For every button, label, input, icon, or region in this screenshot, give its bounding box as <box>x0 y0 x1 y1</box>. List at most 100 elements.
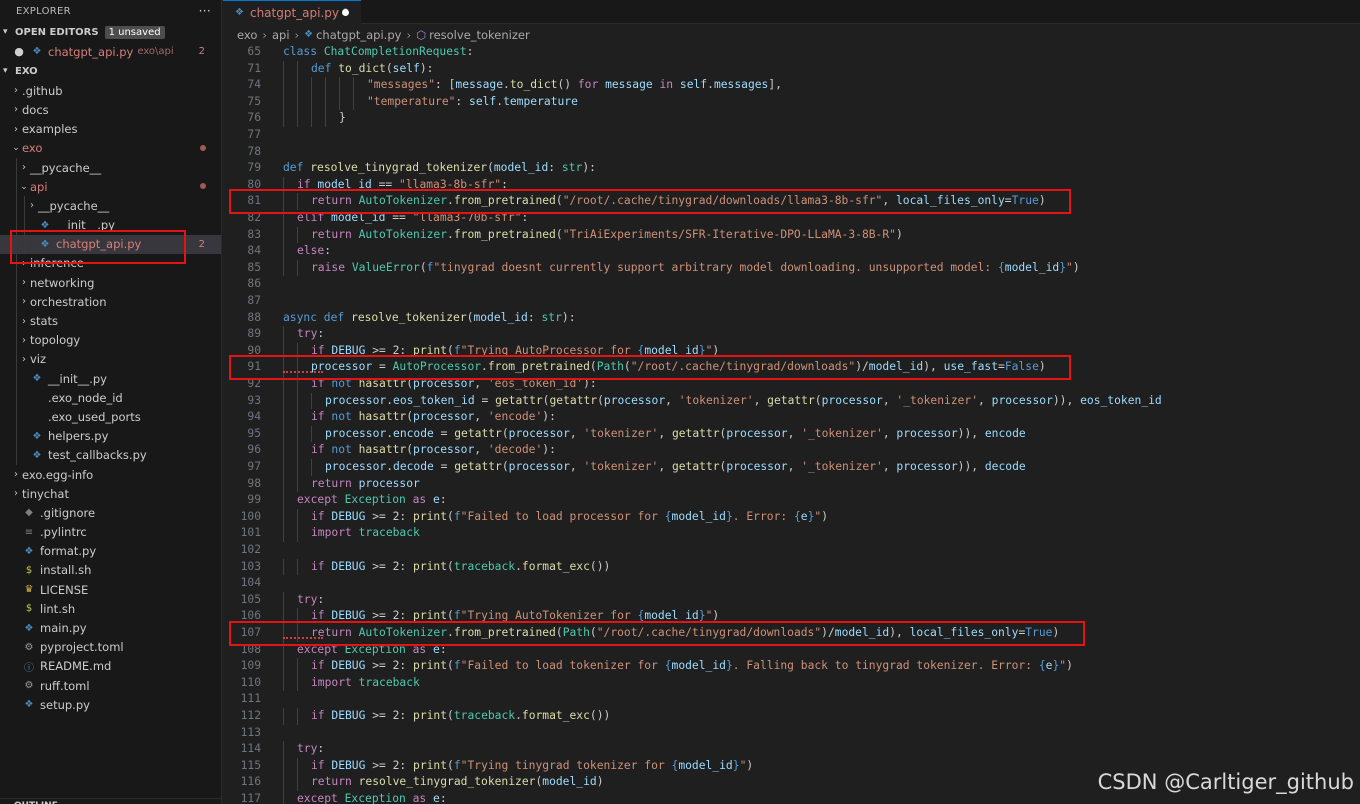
tree-folder[interactable]: › __pycache__ <box>0 157 221 178</box>
tree-file[interactable]: .exo_node_id <box>0 388 221 408</box>
python-file-icon: ❖ <box>32 46 42 58</box>
breadcrumb-item[interactable]: resolve_tokenizer <box>429 28 530 42</box>
tree-folder[interactable]: ⌄ exo <box>0 139 221 158</box>
breadcrumb-item[interactable]: chatgpt_api.py <box>316 28 401 42</box>
code-token: as <box>412 642 434 656</box>
code-line: 88 async def resolve_tokenizer(model_id: … <box>223 310 1360 327</box>
tree-file[interactable]: ❖ chatgpt_api.py 2 <box>0 234 221 254</box>
close-dot-icon[interactable]: ● <box>12 45 26 58</box>
code-token: try <box>297 327 318 341</box>
code-token: , <box>787 460 802 473</box>
outline-section[interactable]: OUTLINE <box>0 798 221 804</box>
python-file-icon: ❖ <box>40 238 50 250</box>
open-editor-item[interactable]: ● ❖ chatgpt_api.py exo\api 2 <box>0 42 221 61</box>
tree-file[interactable]: ⚙ pyproject.toml <box>0 638 221 657</box>
code-token: ): <box>419 61 434 75</box>
code-text: return resolve_tinygrad_tokenizer(model_… <box>311 774 604 791</box>
unsaved-dot-icon[interactable] <box>342 9 349 16</box>
code-token: ()) <box>589 709 611 722</box>
tree-file[interactable]: ◆ .gitignore <box>0 503 221 522</box>
tree-folder[interactable]: › viz <box>0 349 221 369</box>
code-token: >= 2: <box>365 343 414 357</box>
code-token: Exception <box>344 493 413 507</box>
code-token: model_id <box>1004 260 1060 274</box>
code-token: processor <box>991 393 1053 407</box>
tree-file[interactable]: ⓘ README.md <box>0 657 221 676</box>
breadcrumb-item[interactable]: api <box>272 28 290 42</box>
code-token: not <box>331 443 359 457</box>
code-line: 105 try: <box>223 591 1360 609</box>
line-number: 99 <box>247 493 261 507</box>
indent-guide <box>311 93 312 111</box>
code-token: } <box>725 509 733 523</box>
code-token: , <box>474 410 488 424</box>
line-number: 96 <box>247 443 261 457</box>
tree-file[interactable]: ❖ test_callbacks.py <box>0 445 221 465</box>
code-token: 'decode' <box>487 443 543 457</box>
tree-folder[interactable]: › examples <box>0 120 221 139</box>
tree-folder[interactable]: › docs <box>0 100 221 119</box>
tree-file[interactable]: ❖ __init__.py <box>0 215 221 235</box>
code-token: processor <box>325 460 387 473</box>
workspace-root[interactable]: ▾ EXO <box>0 61 221 81</box>
code-token: >= 2: <box>365 709 414 722</box>
tree-item-label: .gitignore <box>40 505 96 520</box>
tree-file[interactable]: ❖ setup.py <box>0 695 221 714</box>
indent-guide <box>311 425 312 443</box>
tree-folder[interactable]: › networking <box>0 273 221 293</box>
tree-file[interactable]: ⚙ ruff.toml <box>0 676 221 695</box>
chevron-right-icon: › <box>30 200 34 212</box>
tree-file[interactable]: ❖ format.py <box>0 542 221 561</box>
code-token: model_id <box>317 177 372 191</box>
tree-folder[interactable]: › orchestration <box>0 292 221 312</box>
code-token: ( <box>447 709 454 722</box>
code-token: " <box>1066 260 1073 274</box>
indent-guide <box>16 388 17 408</box>
tree-file[interactable]: ❖ main.py <box>0 618 221 637</box>
indent-guide <box>283 425 284 443</box>
tree-folder[interactable]: › inference <box>0 253 221 274</box>
indent-guide <box>283 210 284 227</box>
code-token: return <box>311 775 359 789</box>
code-text: "messages": [message.to_dict() for messa… <box>367 77 782 94</box>
tree-file[interactable]: $ lint.sh <box>0 599 221 618</box>
code-token: { <box>664 509 672 523</box>
code-token: model_id <box>834 626 890 639</box>
indent-guide <box>297 608 298 625</box>
line-number: 89 <box>247 327 261 341</box>
code-token: not <box>331 410 359 424</box>
open-editors-section[interactable]: ▾ OPEN EDITORS 1 unsaved <box>0 22 221 42</box>
indent-guide <box>16 292 17 312</box>
chevron-right-icon: › <box>22 334 26 346</box>
indent-guide <box>297 658 298 675</box>
code-text: if DEBUG >= 2: print(traceback.format_ex… <box>311 559 610 576</box>
tree-folder[interactable]: › tinychat <box>0 484 221 503</box>
code-token: print <box>413 709 448 722</box>
code-editor[interactable]: 65 class ChatCompletionRequest: 71 def to_d… <box>223 44 1360 804</box>
tab-chatgpt-api[interactable]: ❖ chatgpt_api.py 2 <box>223 0 361 24</box>
code-token: as <box>412 792 434 804</box>
tree-folder[interactable]: › stats <box>0 311 221 331</box>
tree-file[interactable]: .exo_used_ports <box>0 407 221 427</box>
tree-folder[interactable]: ⌄ api <box>0 177 221 197</box>
line-number: 100 <box>240 509 261 523</box>
tree-file[interactable]: ❖ helpers.py <box>0 426 221 446</box>
tree-file[interactable]: ♛ LICENSE <box>0 580 221 599</box>
code-token: if <box>311 410 332 424</box>
indent-guide <box>297 259 298 277</box>
tree-file[interactable]: ≡ .pylintrc <box>0 523 221 542</box>
code-token: "/root/.cache/tinygrad/downloads" <box>596 626 822 639</box>
code-token: processor <box>413 377 475 390</box>
tree-folder[interactable]: › exo.egg-info <box>0 465 221 484</box>
code-token: traceback <box>453 559 516 573</box>
tree-file[interactable]: ❖ __init__.py <box>0 369 221 389</box>
code-token: AutoTokenizer <box>358 626 448 639</box>
tree-folder[interactable]: › topology <box>0 330 221 350</box>
tree-folder[interactable]: › .github <box>0 81 221 100</box>
code-token: )), <box>957 460 985 473</box>
code-text: if DEBUG >= 2: print(f"Trying tinygrad t… <box>311 758 753 775</box>
tree-folder[interactable]: › __pycache__ <box>0 196 221 216</box>
more-actions-icon[interactable]: ··· <box>199 4 211 18</box>
breadcrumb-item[interactable]: exo <box>237 28 257 42</box>
tree-file[interactable]: $ install.sh <box>0 561 221 580</box>
